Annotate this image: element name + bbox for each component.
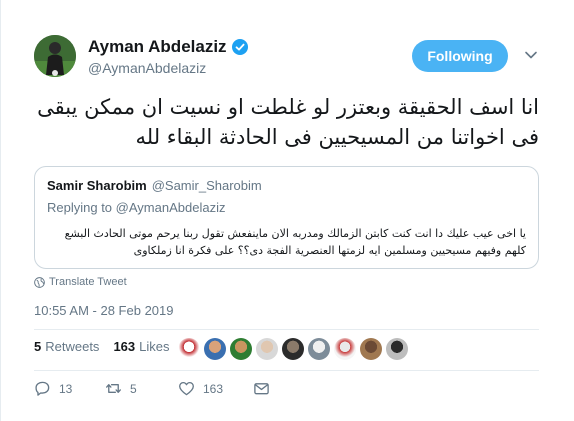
quoted-tweet-text: يا اخى عيب عليك دا انت كنت كابتن الزمالك… [64,227,526,257]
translate-tweet-label: Translate Tweet [49,276,127,288]
liker-avatar[interactable] [360,338,382,360]
liker-avatar[interactable] [178,338,200,360]
retweet-count: 5 [130,381,137,396]
retweets-label: Retweets [45,339,100,354]
liker-avatar[interactable] [282,338,304,360]
likes-label: Likes [139,339,170,354]
following-button[interactable]: Following [412,40,508,72]
liker-avatars [178,338,412,360]
retweets-count: 5 [34,339,42,354]
replying-to-prefix: Replying to [47,200,113,215]
globe-icon [34,276,45,288]
liker-avatar[interactable] [334,338,356,360]
retweet-icon [106,384,121,393]
replying-to-mention[interactable]: @AymanAbdelaziz [116,200,226,215]
liker-avatar[interactable] [230,338,252,360]
divider [34,329,539,330]
author-name-row: Ayman Abdelaziz [88,37,248,57]
liker-avatar[interactable] [256,338,278,360]
heart-icon [179,381,194,396]
like-count: 163 [203,381,224,396]
quoted-author-handle: @Samir_Sharobim [151,178,262,193]
author-display-name[interactable]: Ayman Abdelaziz [88,37,227,57]
quoted-tweet-header: Samir Sharobim @Samir_Sharobim [47,178,262,193]
envelope-icon [254,383,269,395]
divider [34,370,539,371]
user-avatar-icon [34,35,76,77]
tweet-stats: 5 Retweets 163 Likes [34,339,170,354]
quoted-author-name: Samir Sharobim [47,178,147,193]
direct-message-button[interactable] [253,380,270,397]
liker-avatar[interactable] [204,338,226,360]
tweet-actions: 13 5 163 [34,380,270,397]
tweet-text: انا اسف الحقيقة وبعتزر لو غلطت او نسيت ا… [37,95,539,149]
liker-avatar[interactable] [386,338,408,360]
tweet-card: Ayman Abdelaziz @AymanAbdelaziz Followin… [0,0,574,421]
verified-badge-icon [231,39,248,55]
tweet-timestamp[interactable]: 10:55 AM - 28 Feb 2019 [34,303,173,318]
author-handle[interactable]: @AymanAbdelaziz [88,60,206,76]
likes-stat[interactable]: 163 Likes [113,339,169,354]
likes-count: 163 [113,339,136,354]
reply-count: 13 [59,381,73,396]
retweet-button[interactable]: 5 [105,380,178,397]
retweets-stat[interactable]: 5 Retweets [34,339,99,354]
reply-button[interactable]: 13 [34,380,105,397]
chevron-down-icon[interactable] [524,48,538,62]
author-avatar[interactable] [34,35,76,77]
translate-tweet-link[interactable]: Translate Tweet [34,276,127,288]
quoted-tweet[interactable]: Samir Sharobim @Samir_Sharobim Replying … [34,166,539,269]
liker-avatar[interactable] [308,338,330,360]
like-button[interactable]: 163 [178,380,253,397]
reply-icon [35,381,50,396]
replying-to-line: Replying to @AymanAbdelaziz [47,200,225,215]
